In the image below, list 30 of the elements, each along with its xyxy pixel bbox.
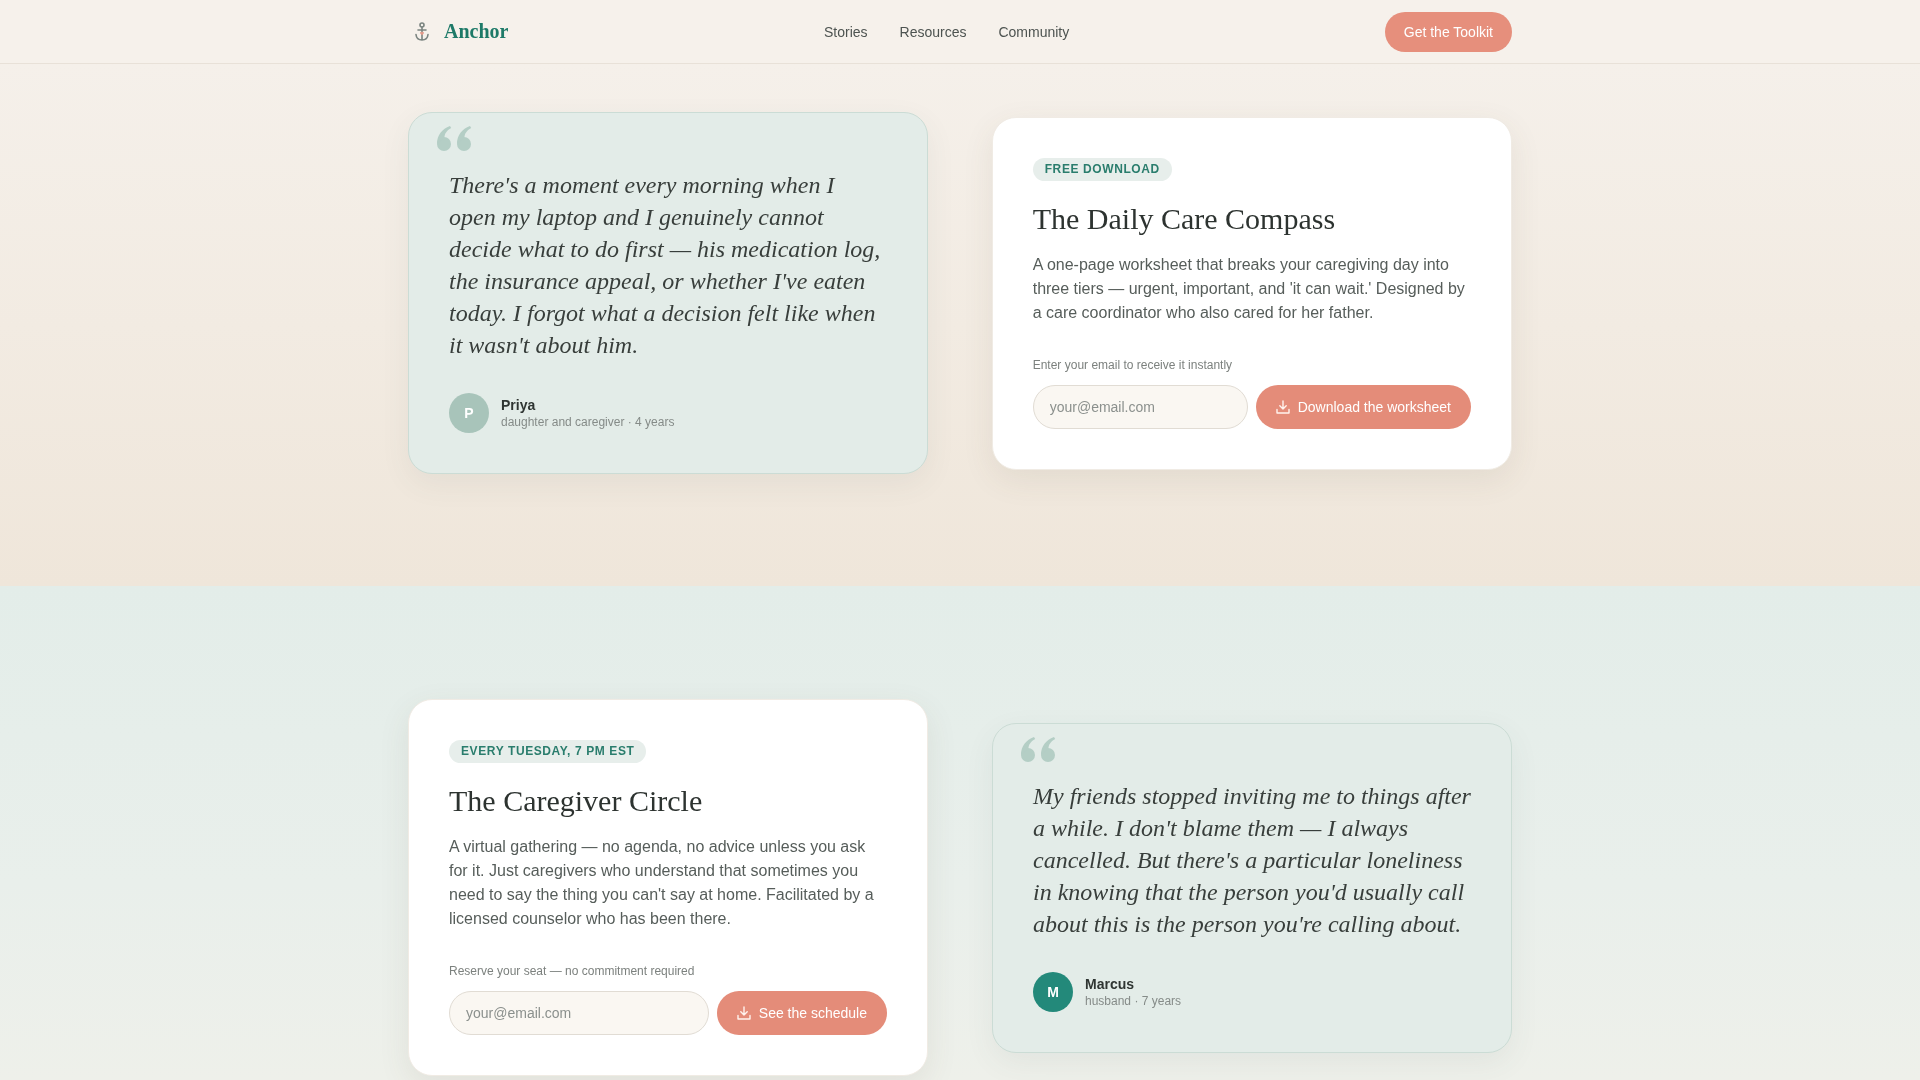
- field-label: Enter your email to receive it instantly: [1032, 356, 1233, 373]
- anchor-icon: [414, 21, 430, 42]
- email-field[interactable]: your@email.com: [449, 991, 709, 1035]
- testimonial-quote: There's a moment every morning when I open my laptop and I genuinely cannot decide what to do first — his medication log, the insurance appeal, or whether I've eaten today. I forgot what a decision felt like when it wasn't about him.: [449, 171, 882, 360]
- testimonial-quote: My friends stopped inviting me to things after a while. I don't blame them — I always cancelled. But there's a particular loneliness in knowing that the person you'd usually call about this is the person you're calling about.: [1033, 781, 1471, 939]
- author-name: Priya: [501, 396, 537, 414]
- avatar: P: [449, 393, 489, 433]
- card-title: The Caregiver Circle: [449, 783, 703, 819]
- nav-link[interactable]: Resources: [899, 23, 967, 40]
- quote-mark-icon: [1021, 736, 1057, 762]
- nav-link[interactable]: Community: [998, 23, 1070, 40]
- tag-label: FREE DOWNLOAD: [1032, 157, 1172, 181]
- submit-button[interactable]: See the schedule: [716, 991, 887, 1035]
- card-description: A virtual gathering — no agenda, no advice unless you ask for it. Just caregivers who understand that sometimes you need to say the thing you can't say at home. Facilitated by a licensed counselor who has been there.: [449, 837, 875, 929]
- quote-mark-icon: [437, 126, 473, 151]
- download-icon: [1275, 399, 1290, 414]
- author-name: Marcus: [1085, 974, 1136, 993]
- get-toolkit-button[interactable]: Get the Toolkit: [1384, 11, 1512, 52]
- email-field[interactable]: your@email.com: [1032, 384, 1248, 429]
- download-icon: [736, 1006, 751, 1020]
- author-role: husband · 7 years: [1085, 992, 1182, 1009]
- submit-button[interactable]: Download the worksheet: [1255, 384, 1471, 429]
- brand-name[interactable]: Anchor: [444, 20, 509, 43]
- author-role: daughter and caregiver · 4 years: [501, 414, 675, 430]
- card-title: The Daily Care Compass: [1032, 200, 1336, 237]
- field-label: Reserve your seat — no commitment required: [449, 963, 695, 979]
- avatar: M: [1033, 971, 1073, 1012]
- card-description: A one-page worksheet that breaks your caregiving day into three tiers — urgent, important, and 'it can wait.' Designed by a care coordinator who also cared for her father.: [1032, 254, 1466, 323]
- nav-link[interactable]: Stories: [823, 23, 868, 40]
- tag-label: EVERY TUESDAY, 7 PM EST: [449, 740, 647, 763]
